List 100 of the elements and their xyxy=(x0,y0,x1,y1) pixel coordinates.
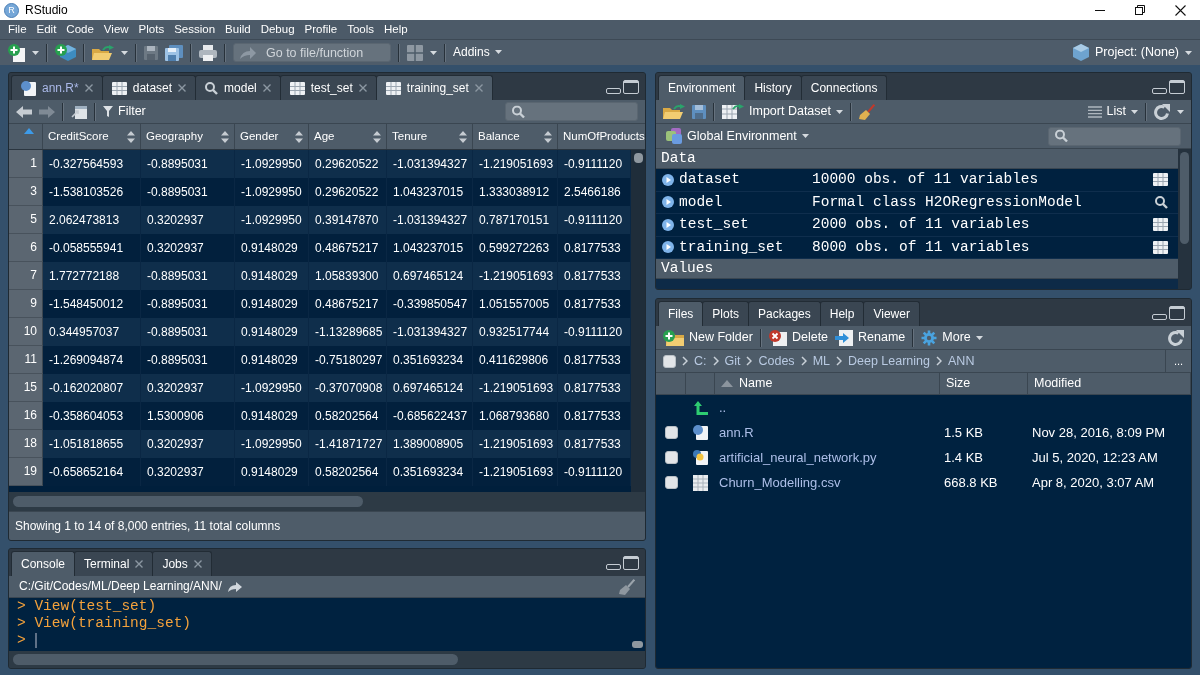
save-icon[interactable] xyxy=(692,104,706,119)
file-link[interactable]: artificial_neural_network.py xyxy=(719,449,877,466)
caret-icon[interactable] xyxy=(975,335,983,340)
caret-icon[interactable] xyxy=(1177,109,1184,114)
broom-icon[interactable] xyxy=(619,578,635,595)
column-header[interactable]: Gender xyxy=(240,129,279,144)
scrollbar-thumb[interactable] xyxy=(13,496,363,507)
caret-icon[interactable] xyxy=(121,50,128,55)
table-icon[interactable] xyxy=(1153,218,1168,232)
tab[interactable]: Environment xyxy=(658,75,746,100)
caret-icon[interactable] xyxy=(494,50,502,55)
tab[interactable]: Connections xyxy=(800,75,888,100)
sort-icon[interactable] xyxy=(459,130,467,143)
tab[interactable]: dataset xyxy=(101,75,197,100)
column-header[interactable]: CreditScore xyxy=(48,129,109,144)
path-link[interactable]: ML xyxy=(812,353,830,369)
project-menu[interactable]: Project: (None) xyxy=(1072,44,1192,61)
tab[interactable]: Plots xyxy=(702,301,750,326)
tab[interactable]: Jobs xyxy=(152,551,212,576)
tab[interactable]: Files xyxy=(658,301,704,326)
path-link[interactable]: Deep Learning xyxy=(848,353,930,369)
import-dataset-menu[interactable]: Import Dataset xyxy=(722,104,843,119)
save-all-icon[interactable] xyxy=(165,44,183,61)
column-header[interactable]: Modified xyxy=(1034,376,1082,391)
restore-icon[interactable] xyxy=(1135,5,1145,15)
toolbar-button[interactable]: More xyxy=(921,329,983,346)
toolbar-button[interactable]: Delete xyxy=(768,329,829,346)
view-mode-menu[interactable]: List xyxy=(1087,104,1138,119)
broom-icon[interactable] xyxy=(859,103,875,120)
file-link[interactable]: ann.R xyxy=(719,424,754,441)
scrollbar-thumb[interactable] xyxy=(1180,152,1189,244)
column-header[interactable]: Name xyxy=(739,376,773,391)
tab[interactable]: model xyxy=(195,75,281,100)
caret-icon[interactable] xyxy=(430,50,437,55)
maximize-pane-icon[interactable] xyxy=(623,79,639,94)
table-icon[interactable] xyxy=(1153,173,1168,187)
tab[interactable]: Terminal xyxy=(74,551,154,576)
maximize-pane-icon[interactable] xyxy=(1169,79,1185,94)
menu-item[interactable]: Session xyxy=(169,22,221,37)
menu-item[interactable]: Plots xyxy=(133,22,170,37)
new-file-icon[interactable] xyxy=(8,43,25,62)
column-header[interactable]: Tenure xyxy=(392,129,428,144)
search-field[interactable] xyxy=(1048,126,1181,146)
environment-menu[interactable]: Global Environment xyxy=(666,128,809,144)
minimize-pane-icon[interactable] xyxy=(1152,313,1167,320)
path-link[interactable]: ANN xyxy=(948,353,975,369)
tab[interactable]: test_set xyxy=(279,75,377,100)
scrollbar-thumb[interactable] xyxy=(633,153,643,163)
save-icon[interactable] xyxy=(144,45,158,60)
menu-item[interactable]: Tools xyxy=(342,22,379,37)
sort-icon[interactable] xyxy=(221,130,229,143)
caret-icon[interactable] xyxy=(836,109,843,114)
refresh-icon[interactable] xyxy=(1168,329,1184,346)
scrollbar-thumb[interactable] xyxy=(13,654,458,665)
file-link[interactable]: Churn_Modelling.csv xyxy=(719,474,841,491)
column-header[interactable]: Age xyxy=(314,129,335,144)
addins-menu[interactable]: Addins xyxy=(453,45,502,60)
sort-icon[interactable] xyxy=(127,130,135,143)
sort-icon[interactable] xyxy=(373,130,381,143)
path-link[interactable]: C: xyxy=(694,353,707,369)
tab[interactable]: Packages xyxy=(748,301,821,326)
tab[interactable]: training_set xyxy=(375,75,493,100)
scrollbar-thumb[interactable] xyxy=(631,641,643,648)
checkbox[interactable] xyxy=(664,426,678,439)
caret-icon[interactable] xyxy=(32,50,39,55)
column-header[interactable]: Balance xyxy=(478,129,520,144)
sort-icon[interactable] xyxy=(295,130,303,143)
minimize-pane-icon[interactable] xyxy=(606,563,621,570)
checkbox[interactable] xyxy=(664,476,678,489)
column-header[interactable]: Size xyxy=(946,376,971,391)
open-folder-icon[interactable] xyxy=(92,44,114,61)
path-link[interactable]: Codes xyxy=(758,353,795,369)
tab[interactable]: Console xyxy=(11,551,76,576)
back-arrow-icon[interactable] xyxy=(16,105,32,118)
tab[interactable]: Viewer xyxy=(863,301,920,326)
column-header[interactable]: NumOfProducts xyxy=(563,129,645,144)
minimize-pane-icon[interactable] xyxy=(606,87,621,94)
menu-item[interactable]: File xyxy=(3,22,32,37)
caret-icon[interactable] xyxy=(1185,50,1192,55)
search-field[interactable] xyxy=(505,102,638,121)
file-link[interactable]: .. xyxy=(719,399,727,416)
minimize-icon[interactable] xyxy=(1095,9,1105,11)
checkbox[interactable] xyxy=(663,354,676,368)
menu-item[interactable]: Debug xyxy=(255,22,300,37)
filter-button[interactable]: Filter xyxy=(103,104,146,119)
maximize-pane-icon[interactable] xyxy=(623,555,639,570)
table-icon[interactable] xyxy=(1153,240,1168,254)
minimize-pane-icon[interactable] xyxy=(1152,87,1167,94)
popout-window-icon[interactable] xyxy=(71,104,87,119)
checkbox[interactable] xyxy=(664,451,678,464)
column-header[interactable]: Geography xyxy=(146,129,203,144)
close-icon[interactable] xyxy=(1174,4,1186,16)
menu-item[interactable]: Profile xyxy=(299,22,343,37)
up-arrow-icon[interactable] xyxy=(693,400,708,415)
caret-icon[interactable] xyxy=(801,134,809,138)
toolbar-button[interactable]: Rename xyxy=(835,329,906,346)
refresh-icon[interactable] xyxy=(1154,103,1170,120)
menu-item[interactable]: Help xyxy=(379,22,413,37)
go-to-file-field[interactable]: Go to file/function xyxy=(233,43,391,62)
tab[interactable]: History xyxy=(744,75,802,100)
